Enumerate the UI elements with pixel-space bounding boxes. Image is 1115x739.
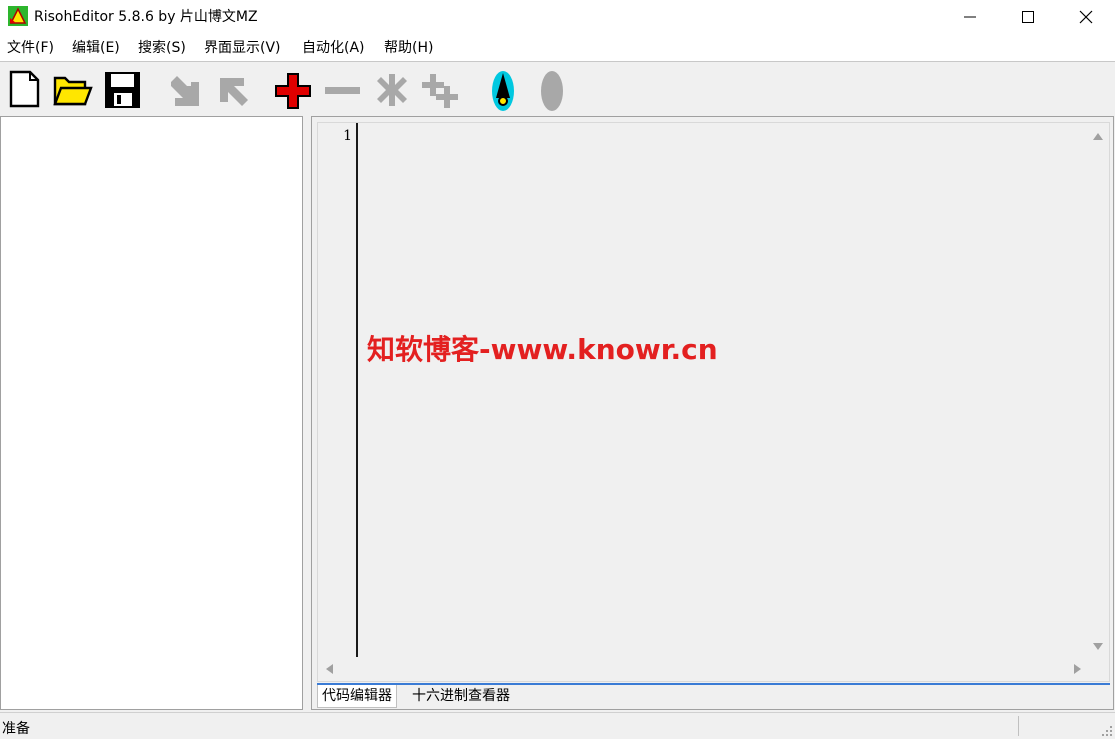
status-bar: 准备	[0, 712, 1115, 739]
compile-icon	[492, 71, 514, 111]
resize-grip-icon[interactable]	[1101, 725, 1113, 737]
line-number-gutter: 1	[318, 123, 358, 657]
tab-code-editor[interactable]: 代码编辑器	[317, 685, 397, 708]
save-button[interactable]	[100, 66, 144, 112]
remove-button[interactable]	[320, 66, 364, 112]
export-button[interactable]	[212, 66, 256, 112]
modify-icon	[377, 74, 407, 106]
status-separator	[1018, 716, 1019, 736]
open-button[interactable]	[51, 66, 95, 112]
editor-pane: 1 代码编辑器 十六进制查看器	[311, 116, 1114, 710]
vertical-scrollbar[interactable]	[1087, 123, 1109, 657]
tab-hex-viewer[interactable]: 十六进制查看器	[408, 685, 514, 707]
test-icon	[541, 71, 563, 111]
modify-button[interactable]	[370, 66, 414, 112]
scroll-down-icon[interactable]	[1093, 643, 1103, 650]
scroll-left-icon[interactable]	[326, 664, 333, 674]
status-text: 准备	[2, 721, 30, 737]
export-arrow-icon	[220, 78, 248, 106]
title-bar: RisohEditor 5.8.6 by 片山博文MZ	[0, 0, 1115, 35]
toolbar	[0, 62, 1115, 114]
import-button[interactable]	[163, 66, 207, 112]
menu-edit[interactable]: 编辑(E)	[72, 39, 120, 57]
new-button[interactable]	[2, 66, 46, 112]
compile-button[interactable]	[481, 66, 525, 112]
horizontal-scrollbar[interactable]	[318, 657, 1088, 681]
app-logo-icon	[8, 6, 28, 26]
clone-icon	[422, 74, 458, 108]
menu-view[interactable]: 界面显示(V)	[204, 39, 281, 57]
menu-search[interactable]: 搜索(S)	[138, 39, 186, 57]
scroll-right-icon[interactable]	[1074, 664, 1081, 674]
maximize-button[interactable]	[999, 0, 1057, 35]
close-icon	[1079, 10, 1093, 24]
menu-help[interactable]: 帮助(H)	[384, 39, 433, 57]
add-icon	[275, 73, 311, 109]
maximize-icon	[1022, 11, 1034, 23]
code-editor[interactable]: 1	[317, 122, 1110, 682]
import-arrow-icon	[171, 76, 199, 106]
new-file-icon	[9, 70, 40, 108]
close-button[interactable]	[1057, 0, 1115, 35]
menu-automation[interactable]: 自动化(A)	[302, 39, 365, 57]
minimize-icon	[964, 16, 976, 18]
remove-icon	[325, 87, 360, 94]
minimize-button[interactable]	[941, 0, 999, 35]
resource-tree[interactable]	[0, 116, 303, 710]
scroll-up-icon[interactable]	[1093, 133, 1103, 140]
save-icon	[105, 72, 140, 108]
test-button[interactable]	[530, 66, 574, 112]
open-folder-icon	[53, 76, 93, 106]
code-area[interactable]	[358, 123, 1088, 657]
window-title: RisohEditor 5.8.6 by 片山博文MZ	[34, 9, 258, 25]
menu-bar: 文件(F) 编辑(E) 搜索(S) 界面显示(V) 自动化(A) 帮助(H)	[0, 35, 1115, 62]
watermark-text: 知软博客-www.knowr.cn	[367, 333, 718, 366]
clone-button[interactable]	[420, 66, 464, 112]
menu-file[interactable]: 文件(F)	[7, 39, 54, 57]
line-number: 1	[343, 128, 352, 144]
add-button[interactable]	[271, 66, 315, 112]
